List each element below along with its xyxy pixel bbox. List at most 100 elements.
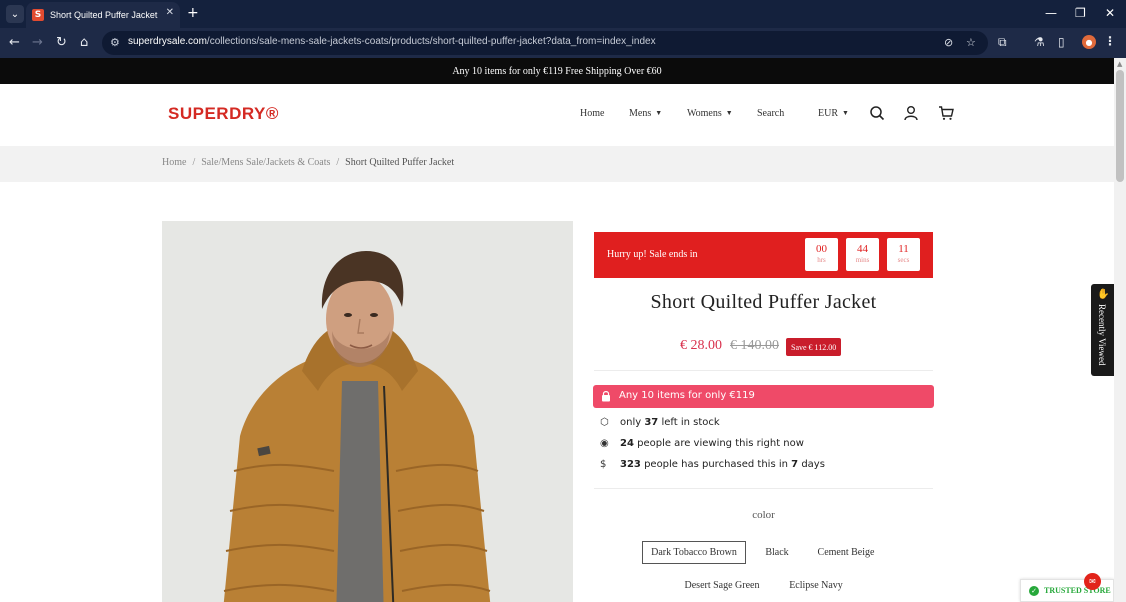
purchased-info: $323 people has purchased this in 7 days	[600, 459, 825, 470]
breadcrumb-home[interactable]: Home	[162, 157, 186, 168]
reload-icon[interactable]: ↻	[56, 35, 67, 51]
labs-icon[interactable]: ⚗	[1034, 35, 1045, 49]
sale-price: € 28.00	[680, 338, 722, 353]
lock-icon	[602, 391, 610, 402]
purchased-suffix: days	[801, 459, 825, 470]
breadcrumb-trail: Home / Sale/Mens Sale/Jackets & Coats / Shor…	[162, 157, 454, 168]
back-icon[interactable]: ←	[9, 35, 20, 51]
nav-mens-label: Mens	[629, 108, 652, 119]
home-icon[interactable]: ⌂	[80, 35, 88, 51]
save-badge: Save € 112.00	[786, 338, 842, 356]
site-favicon-icon: S	[32, 9, 44, 21]
nav-womens-label: Womens	[687, 108, 722, 119]
breadcrumb-category[interactable]: Sale/Mens Sale/Jackets & Coats	[201, 157, 330, 168]
countdown-hours-unit: hrs	[817, 256, 826, 264]
original-price: € 140.00	[730, 338, 779, 353]
product-image[interactable]	[162, 221, 573, 602]
sidebar-icon[interactable]: ▯	[1058, 35, 1065, 49]
countdown-hours: 00 hrs	[805, 238, 838, 271]
nav-womens[interactable]: Womens ▼	[687, 108, 733, 119]
countdown-mins-unit: mins	[855, 256, 870, 264]
cart-icon[interactable]	[938, 105, 954, 121]
countdown-secs-value: 11	[898, 243, 909, 255]
breadcrumb-separator: /	[192, 157, 196, 168]
caret-down-icon: ▼	[842, 109, 849, 117]
site-info-icon[interactable]: ⚙	[110, 36, 120, 49]
countdown-hours-value: 00	[816, 243, 827, 255]
breadcrumb-current: Short Quilted Puffer Jacket	[345, 157, 455, 168]
promo-text: Any 10 items for only €119 Free Shipping…	[452, 65, 662, 77]
url-text[interactable]: superdrysale.com/collections/sale-mens-s…	[128, 36, 656, 47]
profile-avatar[interactable]: ●	[1082, 35, 1096, 49]
divider	[594, 370, 933, 371]
countdown-mins: 44 mins	[846, 238, 879, 271]
address-bar[interactable]: ⚙ superdrysale.com/collections/sale-mens…	[102, 31, 988, 55]
nav-mens[interactable]: Mens ▼	[629, 108, 662, 119]
breadcrumb-separator: /	[336, 157, 340, 168]
breadcrumb: Home / Sale/Mens Sale/Jackets & Coats / Shor…	[0, 146, 1114, 182]
browser-toolbar: ← → ↻ ⌂ ⚙ superdrysale.com/collections/s…	[0, 28, 1126, 58]
box-icon: ⬡	[600, 417, 609, 428]
stock-info: ⬡ only 37 left in stock	[600, 417, 720, 428]
restore-icon[interactable]: ❐	[1075, 6, 1086, 20]
trusted-store-text: TRUSTED STORE	[1044, 586, 1111, 595]
product-photo	[162, 221, 573, 602]
countdown-secs-unit: secs	[897, 256, 910, 264]
nav-search[interactable]: Search	[757, 108, 784, 119]
tab-title: Short Quilted Puffer Jacket - Su	[50, 10, 160, 20]
dollar-icon: $	[600, 459, 607, 470]
viewing-info: ◉ 24 people are viewing this right now	[600, 438, 804, 449]
purchased-count: 323	[620, 459, 641, 470]
checkmark-shield-icon: ✓	[1029, 585, 1039, 596]
recently-viewed-icon: ✋	[1097, 289, 1110, 300]
color-option-black[interactable]: Black	[756, 541, 798, 564]
bookmark-star-icon[interactable]: ☆	[966, 36, 976, 49]
countdown-secs: 11 secs	[887, 238, 920, 271]
chat-widget-icon[interactable]: ✉	[1084, 573, 1101, 590]
sale-countdown: Hurry up! Sale ends in 00 hrs 44 mins 11…	[594, 232, 933, 278]
nav-home[interactable]: Home	[580, 108, 604, 119]
site-logo[interactable]: SUPERDRY®	[168, 104, 279, 124]
tab-list-button[interactable]: ⌄	[6, 5, 24, 23]
forward-icon[interactable]: →	[32, 35, 43, 51]
tab-close-icon[interactable]: ✕	[166, 7, 174, 18]
offer-banner[interactable]: Any 10 items for only €119	[593, 385, 934, 408]
search-icon[interactable]	[869, 105, 885, 121]
purchased-mid: people has purchased this in	[644, 459, 788, 470]
web-page: Any 10 items for only €119 Free Shipping…	[0, 58, 1114, 602]
scrollbar-thumb[interactable]	[1116, 70, 1124, 182]
account-icon[interactable]	[903, 105, 919, 121]
recently-viewed-label: Recently Viewed	[1097, 304, 1107, 366]
viewing-suffix: people are viewing this right now	[637, 438, 804, 449]
stock-count: 37	[644, 417, 659, 428]
color-option-dark-tobacco-brown[interactable]: Dark Tobacco Brown	[642, 541, 746, 564]
site-header: SUPERDRY® Home Mens ▼ Womens ▼ Search EUR ▼	[0, 84, 1114, 146]
divider	[594, 488, 933, 489]
sale-countdown-label: Hurry up! Sale ends in	[607, 249, 698, 260]
color-option-eclipse-navy[interactable]: Eclipse Navy	[782, 574, 850, 597]
purchased-days: 7	[791, 459, 799, 470]
product-title: Short Quilted Puffer Jacket	[650, 291, 877, 313]
color-option-cement-beige[interactable]: Cement Beige	[810, 541, 882, 564]
color-option-desert-sage-green[interactable]: Desert Sage Green	[678, 574, 766, 597]
countdown-mins-value: 44	[857, 243, 868, 255]
color-label: color	[752, 509, 775, 521]
new-tab-icon[interactable]: +	[187, 5, 199, 21]
viewing-count: 24	[620, 438, 634, 449]
extensions-icon[interactable]: ⧉	[998, 35, 1007, 50]
eye-icon: ◉	[600, 438, 609, 449]
currency-label: EUR	[818, 108, 838, 119]
currency-selector[interactable]: EUR ▼	[818, 108, 849, 119]
window-close-icon[interactable]: ✕	[1105, 6, 1115, 20]
page-scrollbar[interactable]: ▲	[1114, 58, 1126, 602]
stock-suffix: left in stock	[661, 417, 720, 428]
tracking-protection-icon[interactable]: ⊘	[944, 36, 953, 49]
stock-prefix: only	[620, 417, 642, 428]
scroll-up-arrow-icon[interactable]: ▲	[1117, 60, 1122, 68]
promo-bar: Any 10 items for only €119 Free Shipping…	[0, 58, 1114, 84]
browser-tab-active[interactable]: S Short Quilted Puffer Jacket - Su ✕	[26, 2, 180, 28]
caret-down-icon: ▼	[655, 109, 663, 117]
browser-menu-icon[interactable]: ⋮	[1104, 34, 1116, 48]
minimize-icon[interactable]: —	[1045, 6, 1057, 20]
recently-viewed-tab[interactable]: ✋ Recently Viewed	[1091, 284, 1114, 376]
